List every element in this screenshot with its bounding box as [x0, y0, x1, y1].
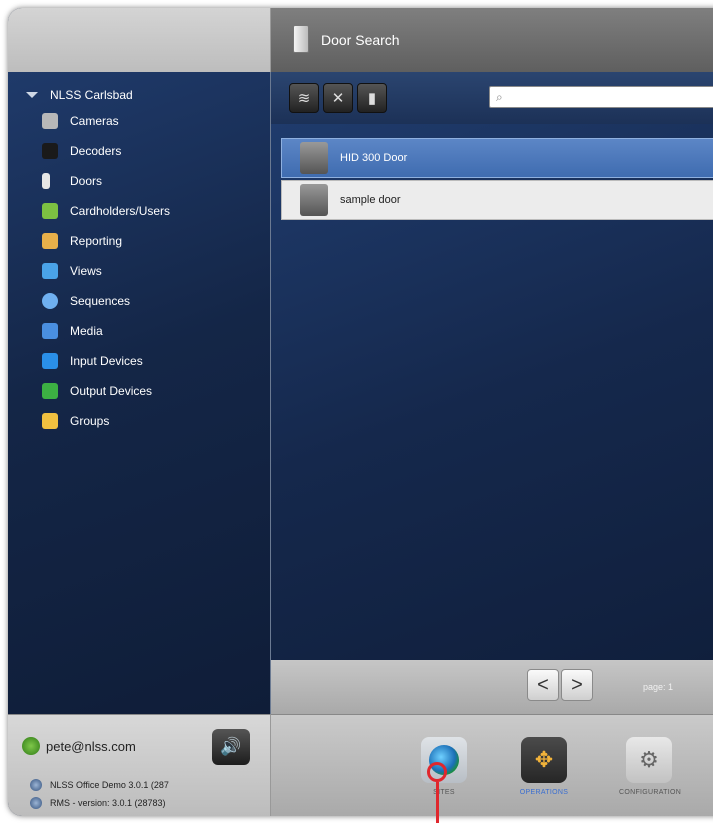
camera-icon — [42, 113, 58, 129]
mode-operations-button[interactable]: ✥ OPERATIONS — [514, 737, 574, 796]
server-icon — [30, 779, 42, 791]
header-left-panel — [8, 8, 271, 72]
sound-toggle-button[interactable]: 🔊 — [212, 729, 250, 765]
current-user: pete@nlss.com — [22, 737, 136, 755]
sidebar-item-media[interactable]: Media — [42, 320, 103, 342]
sidebar-item-decoders[interactable]: Decoders — [42, 140, 121, 162]
satellite-icon — [30, 797, 42, 809]
sidebar-item-cameras[interactable]: Cameras — [42, 110, 119, 132]
sidebar-item-sequences[interactable]: Sequences — [42, 290, 130, 312]
mode-bar: SITES ✥ OPERATIONS ⚙ CONFIGURATION — [271, 714, 713, 816]
search-input[interactable]: ⌕ — [489, 86, 713, 108]
toolbar: ≋ ✕ ▮ ⌕ — [271, 72, 713, 124]
header-bar: Door Search — [271, 8, 713, 72]
mode-label: SITES — [433, 789, 455, 796]
tools-icon: ✕ — [331, 90, 345, 107]
media-icon — [42, 323, 58, 339]
sidebar-item-label: Output Devices — [70, 384, 153, 398]
sidebar-item-label: Cameras — [70, 114, 119, 128]
door-thumbnail-icon — [300, 142, 328, 174]
door-icon: ▮ — [367, 90, 377, 107]
search-icon: ⌕ — [496, 90, 503, 104]
sidebar-item-cardholders[interactable]: Cardholders/Users — [42, 200, 170, 222]
sidebar-item-reporting[interactable]: Reporting — [42, 230, 122, 252]
sidebar-item-label: Groups — [70, 414, 110, 428]
sidebar-item-views[interactable]: Views — [42, 260, 102, 282]
sidebar-item-groups[interactable]: Groups — [42, 410, 109, 432]
door-thumbnail-icon — [300, 184, 328, 216]
sidebar-item-doors[interactable]: Doors — [42, 170, 102, 192]
sequences-icon — [42, 293, 58, 309]
input-devices-icon — [42, 353, 58, 369]
sidebar-item-output-devices[interactable]: Output Devices — [42, 380, 152, 402]
gears-icon: ⚙ — [639, 747, 659, 772]
page-indicator: page: 1 — [643, 682, 674, 692]
groups-icon — [42, 413, 58, 429]
version-line: RMS - version: 3.0.1 (28783) — [30, 797, 166, 809]
operations-arrows-icon: ✥ — [534, 747, 554, 772]
filter-button[interactable]: ≋ — [289, 83, 319, 113]
sidebar-item-label: Views — [70, 264, 102, 278]
reporting-icon — [42, 233, 58, 249]
site-label: NLSS Carlsbad — [50, 88, 133, 102]
chevron-left-icon: < — [537, 673, 549, 696]
sidebar-item-label: Cardholders/Users — [70, 204, 171, 218]
decoder-icon — [42, 143, 58, 159]
door-icon — [293, 25, 309, 53]
annotation-marker-circle — [427, 762, 447, 782]
version-line: NLSS Office Demo 3.0.1 (287 — [30, 779, 169, 791]
door-filter-button[interactable]: ▮ — [357, 83, 387, 113]
views-icon — [42, 263, 58, 279]
chevron-right-icon: > — [571, 673, 583, 696]
pager-bar: < > page: 1 — [271, 660, 713, 714]
list-item[interactable]: sample door — [281, 180, 713, 220]
sidebar-item-label: Reporting — [70, 234, 123, 248]
tools-button[interactable]: ✕ — [323, 83, 353, 113]
mode-label: OPERATIONS — [519, 789, 569, 796]
user-panel: pete@nlss.com 🔊 NLSS Office Demo 3.0.1 (… — [8, 714, 271, 816]
app-window: Door Search NLSS Carlsbad Cameras Decode… — [8, 8, 713, 816]
sidebar-item-label: Input Devices — [70, 354, 143, 368]
version-text: NLSS Office Demo 3.0.1 (287 — [50, 780, 169, 790]
collapse-triangle-icon[interactable] — [26, 92, 38, 98]
speaker-icon: 🔊 — [220, 737, 242, 756]
door-name: sample door — [340, 194, 401, 206]
sidebar-site[interactable]: NLSS Carlsbad — [26, 86, 133, 104]
annotation-marker-line — [436, 782, 439, 823]
filter-icon: ≋ — [297, 90, 311, 107]
user-icon — [22, 737, 40, 755]
door-icon — [42, 173, 50, 189]
cardholders-icon — [42, 203, 58, 219]
mode-configuration-button[interactable]: ⚙ CONFIGURATION — [619, 737, 682, 796]
door-name: HID 300 Door — [340, 152, 408, 164]
sidebar-item-input-devices[interactable]: Input Devices — [42, 350, 143, 372]
output-devices-icon — [42, 383, 58, 399]
next-page-button[interactable]: > — [561, 669, 593, 701]
page-title: Door Search — [321, 32, 400, 48]
sidebar-item-label: Doors — [70, 174, 103, 188]
sidebar-item-label: Media — [70, 324, 103, 338]
sidebar-item-label: Sequences — [70, 294, 131, 308]
version-text: RMS - version: 3.0.1 (28783) — [50, 798, 166, 808]
list-item[interactable]: HID 300 Door — [281, 138, 713, 178]
prev-page-button[interactable]: < — [527, 669, 559, 701]
door-list: HID 300 Door sample door — [271, 124, 713, 660]
sidebar-item-label: Decoders — [70, 144, 122, 158]
user-email: pete@nlss.com — [46, 738, 136, 754]
mode-label: CONFIGURATION — [619, 789, 682, 796]
sidebar: NLSS Carlsbad Cameras Decoders Doors Car… — [8, 72, 271, 714]
